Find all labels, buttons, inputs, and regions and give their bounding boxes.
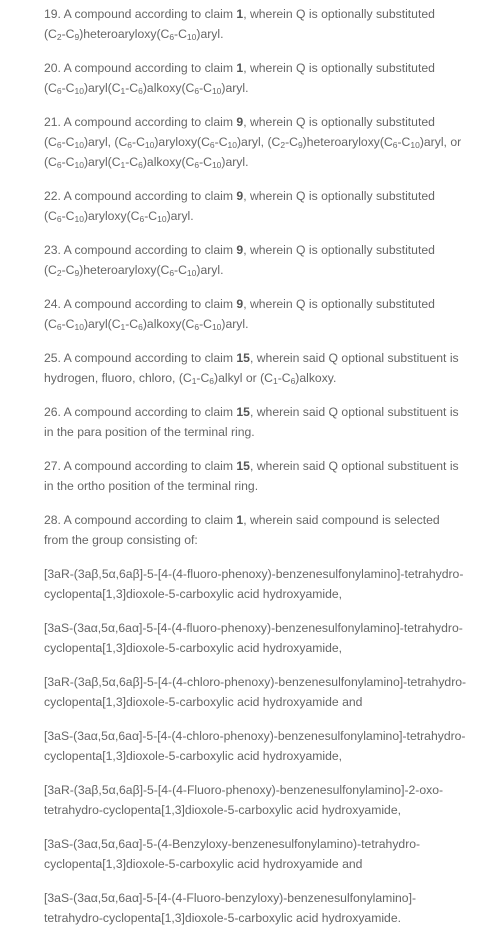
claim-23: 23. A compound according to claim 9, whe… xyxy=(44,240,484,280)
claim-line: 22. A compound according to claim 9, whe… xyxy=(44,186,484,206)
claim-line: 28. A compound according to claim 1, whe… xyxy=(44,510,484,530)
claim-28b: [3aS-(3aα,5α,6aα]-5-[4-(4-fluoro-phenoxy… xyxy=(44,618,484,658)
claim-line: cyclopenta[1,3]dioxole-5-carboxylic acid… xyxy=(44,584,484,604)
claim-line: 24. A compound according to claim 9, whe… xyxy=(44,294,484,314)
claim-line: cyclopenta[1,3]dioxole-5-carboxylic acid… xyxy=(44,638,484,658)
claim-28e: [3aR-(3aβ,5α,6aβ]-5-[4-(4-Fluoro-phenoxy… xyxy=(44,780,484,820)
claim-22: 22. A compound according to claim 9, whe… xyxy=(44,186,484,226)
claim-line: 27. A compound according to claim 15, wh… xyxy=(44,456,484,476)
claim-21: 21. A compound according to claim 9, whe… xyxy=(44,112,484,172)
claim-line: (C6-C10)aryl(C1-C6)alkoxy(C6-C10)aryl. xyxy=(44,152,484,172)
claims-list: 19. A compound according to claim 1, whe… xyxy=(44,4,484,942)
claim-line: 23. A compound according to claim 9, whe… xyxy=(44,240,484,260)
claim-19: 19. A compound according to claim 1, whe… xyxy=(44,4,484,44)
patent-claims-page: 19. A compound according to claim 1, whe… xyxy=(0,0,499,936)
claim-line: [3aS-(3aα,5α,6aα]-5-(4-Benzyloxy-benzene… xyxy=(44,834,484,854)
claim-28g: [3aS-(3aα,5α,6aα]-5-[4-(4-Fluoro-benzylo… xyxy=(44,888,484,928)
claim-28f: [3aS-(3aα,5α,6aα]-5-(4-Benzyloxy-benzene… xyxy=(44,834,484,874)
claim-line: hydrogen, fluoro, chloro, (C1-C6)alkyl o… xyxy=(44,368,484,388)
claim-28a: [3aR-(3aβ,5α,6aβ]-5-[4-(4-fluoro-phenoxy… xyxy=(44,564,484,604)
claim-28c: [3aR-(3aβ,5α,6aβ]-5-[4-(4-chloro-phenoxy… xyxy=(44,672,484,712)
claim-line: tetrahydro-cyclopenta[1,3]dioxole-5-carb… xyxy=(44,800,484,820)
claim-26: 26. A compound according to claim 15, wh… xyxy=(44,402,484,442)
claim-line: [3aS-(3aα,5α,6aα]-5-[4-(4-fluoro-phenoxy… xyxy=(44,618,484,638)
claim-28d: [3aS-(3aα,5α,6aα]-5-[4-(4-chloro-phenoxy… xyxy=(44,726,484,766)
claim-line: (C6-C10)aryl, (C6-C10)aryloxy(C6-C10)ary… xyxy=(44,132,484,152)
claim-20: 20. A compound according to claim 1, whe… xyxy=(44,58,484,98)
claim-line: (C6-C10)aryl(C1-C6)alkoxy(C6-C10)aryl. xyxy=(44,314,484,334)
claim-line: 20. A compound according to claim 1, whe… xyxy=(44,58,484,78)
claim-line: [3aR-(3aβ,5α,6aβ]-5-[4-(4-fluoro-phenoxy… xyxy=(44,564,484,584)
claim-line: cyclopenta[1,3]dioxole-5-carboxylic acid… xyxy=(44,746,484,766)
claim-line: in the para position of the terminal rin… xyxy=(44,422,484,442)
claim-25: 25. A compound according to claim 15, wh… xyxy=(44,348,484,388)
claim-line: [3aS-(3aα,5α,6aα]-5-[4-(4-chloro-phenoxy… xyxy=(44,726,484,746)
claim-line: cyclopenta[1,3]dioxole-5-carboxylic acid… xyxy=(44,692,484,712)
claim-line: in the ortho position of the terminal ri… xyxy=(44,476,484,496)
claim-line: [3aR-(3aβ,5α,6aβ]-5-[4-(4-Fluoro-phenoxy… xyxy=(44,780,484,800)
claim-line: (C2-C9)heteroaryloxy(C6-C10)aryl. xyxy=(44,24,484,44)
claim-line: 19. A compound according to claim 1, whe… xyxy=(44,4,484,24)
claim-line: (C6-C10)aryloxy(C6-C10)aryl. xyxy=(44,206,484,226)
claim-line: [3aR-(3aβ,5α,6aβ]-5-[4-(4-chloro-phenoxy… xyxy=(44,672,484,692)
claim-line: 21. A compound according to claim 9, whe… xyxy=(44,112,484,132)
claim-24: 24. A compound according to claim 9, whe… xyxy=(44,294,484,334)
claim-line: from the group consisting of: xyxy=(44,530,484,550)
claim-27: 27. A compound according to claim 15, wh… xyxy=(44,456,484,496)
claim-line: cyclopenta[1,3]dioxole-5-carboxylic acid… xyxy=(44,854,484,874)
claim-line: 25. A compound according to claim 15, wh… xyxy=(44,348,484,368)
claim-line: tetrahydro-cyclopenta[1,3]dioxole-5-carb… xyxy=(44,908,484,928)
claim-line: (C2-C9)heteroaryloxy(C6-C10)aryl. xyxy=(44,260,484,280)
claim-line: [3aS-(3aα,5α,6aα]-5-[4-(4-Fluoro-benzylo… xyxy=(44,888,484,908)
claim-28: 28. A compound according to claim 1, whe… xyxy=(44,510,484,550)
claim-line: 26. A compound according to claim 15, wh… xyxy=(44,402,484,422)
claim-line: (C6-C10)aryl(C1-C6)alkoxy(C6-C10)aryl. xyxy=(44,78,484,98)
